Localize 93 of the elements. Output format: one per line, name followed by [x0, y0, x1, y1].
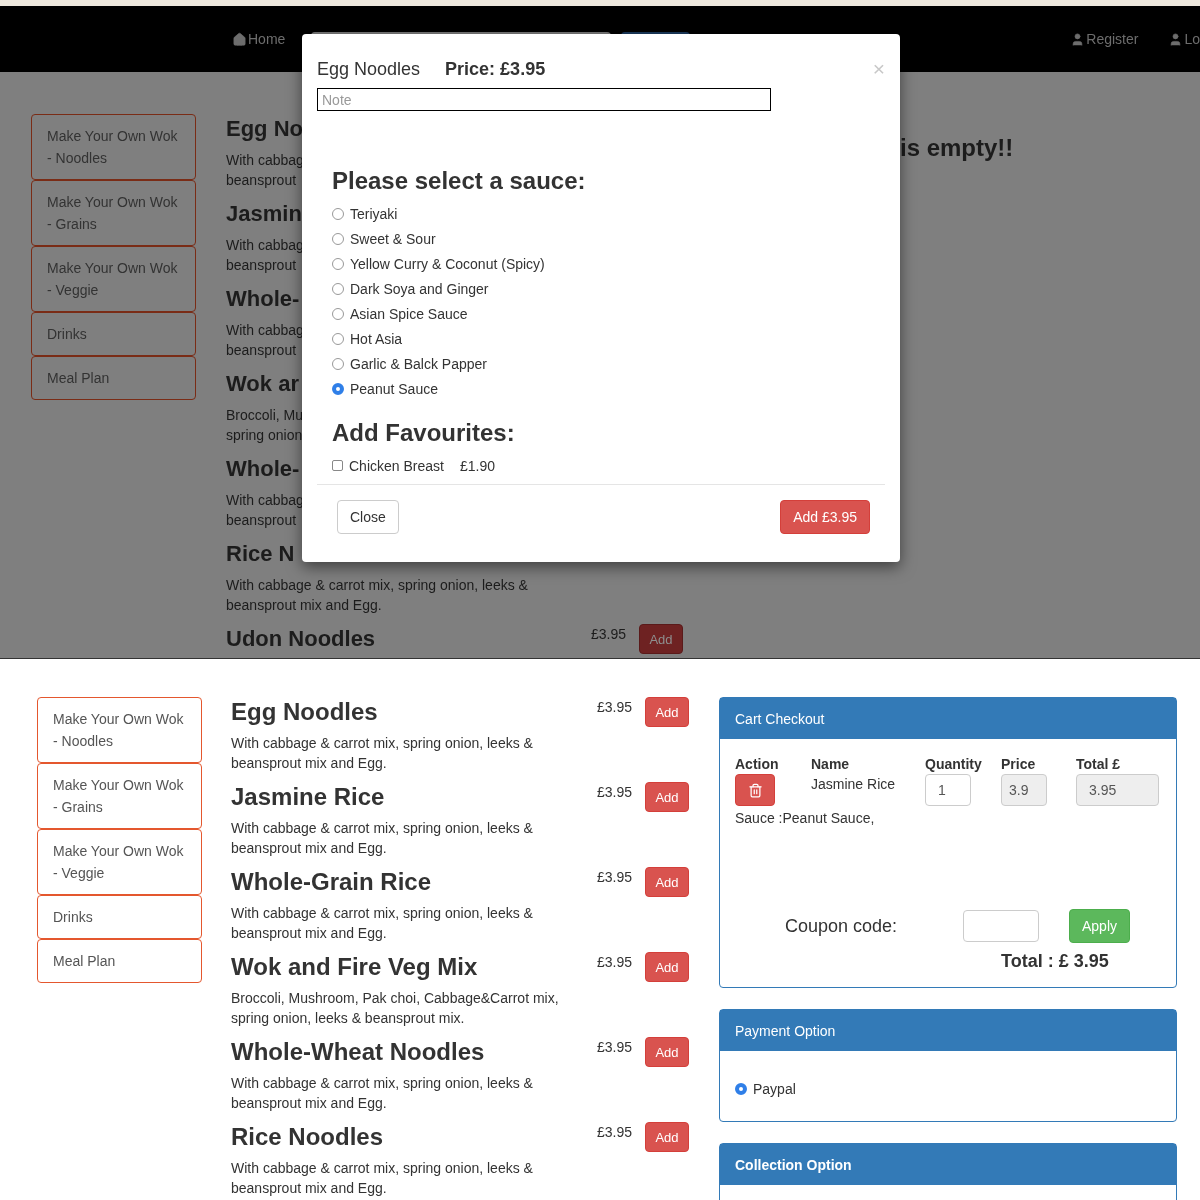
home-link[interactable]: Home — [232, 31, 286, 47]
add-button[interactable]: Add — [645, 1122, 689, 1152]
home-icon — [232, 31, 247, 47]
dish-description: Broccoli, Mushroom, Pak choi, Cabbage&Carrot mix, spring onion, leeks & beansprout mix. — [231, 989, 559, 1028]
add-button[interactable]: Add — [645, 782, 689, 812]
column-header: Action — [735, 755, 780, 774]
dish-title: Rice Noodles — [231, 1122, 384, 1152]
price: £3.95 — [590, 625, 626, 644]
radio-button[interactable] — [332, 382, 344, 395]
sauce-option[interactable]: Garlic & Balck Papper — [332, 351, 487, 376]
dish-title: Jasmin — [226, 200, 302, 228]
add-button[interactable]: Add £3.95 — [780, 500, 870, 534]
favourite-price: £1.90 — [459, 457, 495, 474]
user-icon — [1070, 31, 1086, 47]
dish-title: Whole- — [226, 455, 300, 483]
price-field[interactable]: 3.9 — [1001, 774, 1047, 806]
sauce-option[interactable]: Asian Spice Sauce — [332, 301, 468, 326]
user-icon — [1168, 31, 1184, 47]
add-button[interactable]: Add — [645, 697, 689, 727]
dish-description: With cabbage & carrot mix, spring onion, leeks & beansprout mix and Egg. — [231, 904, 533, 943]
cart-total: Total : £ 3.95 — [1001, 951, 1110, 972]
section-heading: Add Favourites: — [332, 419, 516, 447]
add-button[interactable]: Add — [639, 624, 683, 654]
close-button[interactable]: Close — [337, 500, 399, 534]
checkbox[interactable] — [332, 460, 343, 471]
dish-title: Udon Noodles — [226, 625, 376, 653]
category-link[interactable]: Drinks — [37, 895, 202, 939]
dish-description: With cabbage & carrot mix, spring onion, leeks & beansprout mix and Egg. — [231, 734, 533, 773]
price: £3.95 — [596, 1123, 632, 1142]
dish-description: With cabbage & carrot mix, spring onion, leeks & beansprout mix and Egg. — [231, 1074, 533, 1113]
category-link[interactable]: Make Your Own Wok - Grains — [37, 763, 202, 829]
nav-link[interactable]: Register — [1070, 31, 1139, 47]
dish-description: With cabbage & carrot mix, spring onion, leeks & beansprout mix and Egg. — [231, 1159, 533, 1198]
favourite-option[interactable]: Chicken Breast £1.90 — [332, 453, 495, 478]
dish-title: Wok and Fire Veg Mix — [231, 952, 478, 982]
payment-option[interactable]: Paypal — [735, 1076, 796, 1101]
radio-button[interactable] — [332, 207, 344, 220]
dish-description: With cabbage & carrot mix, spring onion, leeks & beansprout mix and Egg. — [226, 576, 528, 615]
coupon-label: Coupon code: — [785, 915, 899, 937]
panel-header: Collection Option — [720, 1144, 1176, 1185]
dialog-title: Egg Noodles — [317, 58, 421, 80]
dish-title: Whole-Grain Rice — [231, 867, 432, 897]
column-header: Price — [1001, 755, 1037, 774]
radio-button[interactable] — [332, 357, 344, 370]
panel-header: Cart Checkout — [720, 698, 1176, 739]
dialog-price: Price: £3.95 — [445, 58, 546, 80]
category-link[interactable]: Meal Plan — [37, 939, 202, 983]
delete-button[interactable] — [735, 774, 775, 806]
add-button[interactable]: Add — [645, 1037, 689, 1067]
radio-button[interactable] — [332, 332, 344, 345]
trash-icon — [747, 782, 763, 798]
add-button[interactable]: Add — [645, 952, 689, 982]
coupon-field[interactable] — [963, 910, 1039, 942]
price: £3.95 — [596, 783, 632, 802]
price: £3.95 — [596, 698, 632, 717]
cart-message: is empty!! — [900, 134, 1014, 163]
column-header: Total £ — [1076, 755, 1122, 774]
panel-header: Payment Option — [720, 1010, 1176, 1051]
section-heading: Please select a sauce: — [332, 167, 587, 195]
column-header: Name — [811, 755, 851, 774]
item-name: Jasmine Rice — [811, 775, 897, 794]
note-field[interactable]: Note — [317, 88, 771, 111]
category-link[interactable]: Make Your Own Wok - Noodles — [37, 697, 202, 763]
radio-button[interactable] — [735, 1082, 747, 1095]
total-field[interactable]: 3.95 — [1076, 774, 1159, 806]
sauce-option[interactable]: Yellow Curry & Coconut (Spicy) — [332, 251, 545, 276]
dish-title: Whole- — [226, 285, 300, 313]
sauce-note: Sauce :Peanut Sauce, — [735, 809, 876, 828]
radio-button[interactable] — [332, 282, 344, 295]
dish-title: Rice N — [226, 540, 295, 568]
dish-description: Broccoli, Mu spring onion — [226, 406, 304, 445]
column-header: Quantity — [925, 755, 983, 774]
sauce-option[interactable]: Dark Soya and Ginger — [332, 276, 489, 301]
dish-title: Egg Noodles — [231, 697, 378, 727]
dish-title: Whole-Wheat Noodles — [231, 1037, 485, 1067]
dish-title: Jasmine Rice — [231, 782, 385, 812]
sauce-option[interactable]: Peanut Sauce — [332, 376, 438, 401]
sauce-option[interactable]: Sweet & Sour — [332, 226, 436, 251]
dish-title: Egg No — [226, 115, 303, 143]
radio-button[interactable] — [332, 232, 344, 245]
price: £3.95 — [596, 1038, 632, 1057]
radio-button[interactable] — [332, 307, 344, 320]
quantity-field[interactable]: 1 — [925, 774, 971, 806]
dish-title: Wok ar — [226, 370, 299, 398]
nav-link[interactable]: Lo — [1168, 31, 1200, 47]
category-link[interactable]: Make Your Own Wok - Veggie — [37, 829, 202, 895]
add-button[interactable]: Add — [645, 867, 689, 897]
price: £3.95 — [596, 868, 632, 887]
price: £3.95 — [596, 953, 632, 972]
radio-button[interactable] — [332, 257, 344, 270]
sauce-option[interactable]: Hot Asia — [332, 326, 403, 351]
dish-description: With cabbage & carrot mix, spring onion, leeks & beansprout mix and Egg. — [231, 819, 533, 858]
sauce-option[interactable]: Teriyaki — [332, 201, 398, 226]
